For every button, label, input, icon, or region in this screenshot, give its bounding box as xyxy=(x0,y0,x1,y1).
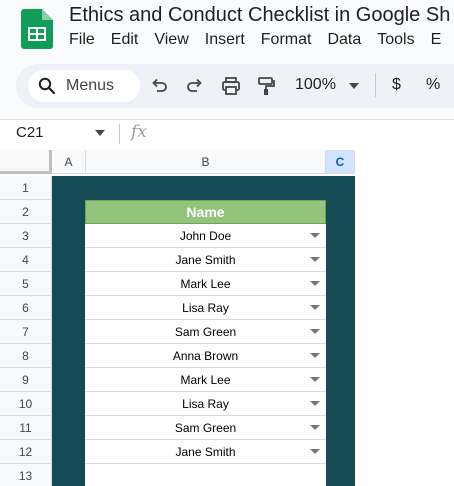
dropdown-arrow-icon[interactable] xyxy=(310,305,320,310)
redo-button[interactable] xyxy=(183,74,207,98)
row-header[interactable]: 3 xyxy=(0,224,52,248)
row-header[interactable]: 2 xyxy=(0,200,52,224)
name-table: Name John Doe Jane Smith Mark Lee Lisa R… xyxy=(85,200,326,486)
name-dropdown-cell[interactable]: Lisa Ray xyxy=(85,392,326,416)
row-header[interactable]: 1 xyxy=(0,176,52,200)
dropdown-arrow-icon[interactable] xyxy=(310,377,320,382)
chevron-down-icon[interactable] xyxy=(349,83,359,89)
select-all-corner[interactable] xyxy=(0,150,52,174)
menu-tools[interactable]: Tools xyxy=(377,31,414,53)
name-value: Sam Green xyxy=(174,420,237,435)
name-dropdown-cell[interactable]: Mark Lee xyxy=(85,368,326,392)
percent-format-button[interactable]: % xyxy=(426,76,440,94)
name-value: Lisa Ray xyxy=(182,396,229,411)
menu-edit[interactable]: Edit xyxy=(111,31,139,53)
row-header[interactable]: 4 xyxy=(0,248,52,272)
column-header-a[interactable]: A xyxy=(52,150,86,174)
name-value: Sam Green xyxy=(174,324,237,339)
name-value: Anna Brown xyxy=(172,348,239,363)
search-icon xyxy=(38,77,56,95)
undo-button[interactable] xyxy=(147,74,171,98)
menu-bar: File Edit View Insert Format Data Tools … xyxy=(69,31,454,53)
row-header[interactable]: 8 xyxy=(0,344,52,368)
name-dropdown-cell[interactable]: Sam Green xyxy=(85,416,326,440)
row-header[interactable]: 10 xyxy=(0,392,52,416)
row-header[interactable]: 11 xyxy=(0,416,52,440)
dropdown-arrow-icon[interactable] xyxy=(310,233,320,238)
fx-icon: fx xyxy=(131,122,147,142)
search-menus-button[interactable]: Menus xyxy=(28,70,140,102)
document-title[interactable]: Ethics and Conduct Checklist in Google S… xyxy=(69,4,450,27)
print-icon xyxy=(222,77,240,95)
menu-insert[interactable]: Insert xyxy=(205,31,245,53)
search-label: Menus xyxy=(66,77,115,94)
dropdown-arrow-icon[interactable] xyxy=(310,425,320,430)
row-header[interactable]: 6 xyxy=(0,296,52,320)
formula-divider xyxy=(119,124,120,144)
empty-cell[interactable] xyxy=(85,464,326,486)
row-header[interactable]: 12 xyxy=(0,440,52,464)
dropdown-arrow-icon[interactable] xyxy=(310,401,320,406)
row-header[interactable]: 7 xyxy=(0,320,52,344)
menu-view[interactable]: View xyxy=(154,31,188,53)
name-dropdown-cell[interactable]: Jane Smith xyxy=(85,248,326,272)
formula-bar xyxy=(0,119,454,151)
paint-format-button[interactable] xyxy=(254,74,278,98)
name-value: Mark Lee xyxy=(180,372,231,387)
menu-data[interactable]: Data xyxy=(327,31,361,53)
currency-format-button[interactable]: $ xyxy=(392,76,401,94)
row-header[interactable]: 13 xyxy=(0,464,52,486)
name-value: Lisa Ray xyxy=(182,300,229,315)
sheets-logo-icon[interactable] xyxy=(21,9,53,49)
name-value: Mark Lee xyxy=(180,276,231,291)
chevron-down-icon[interactable] xyxy=(95,130,105,136)
name-dropdown-cell[interactable]: Jane Smith xyxy=(85,440,326,464)
column-header-empty xyxy=(355,150,454,174)
menu-file[interactable]: File xyxy=(69,31,95,53)
row-header[interactable]: 5 xyxy=(0,272,52,296)
dropdown-arrow-icon[interactable] xyxy=(310,449,320,454)
name-value: Jane Smith xyxy=(175,444,236,459)
print-button[interactable] xyxy=(219,74,243,98)
menu-extensions[interactable]: E xyxy=(431,31,442,53)
redo-icon xyxy=(187,78,202,92)
dropdown-arrow-icon[interactable] xyxy=(310,329,320,334)
name-dropdown-cell[interactable]: Lisa Ray xyxy=(85,296,326,320)
name-box[interactable]: C21 xyxy=(16,124,44,141)
empty-sheet-area[interactable] xyxy=(355,174,454,486)
dropdown-arrow-icon[interactable] xyxy=(310,257,320,262)
paint-format-icon xyxy=(258,77,275,95)
menu-format[interactable]: Format xyxy=(261,31,312,53)
name-dropdown-cell[interactable]: John Doe xyxy=(85,224,326,248)
spreadsheet-grid[interactable]: A B C 1 2 3 4 5 6 7 8 9 10 11 12 13 Name… xyxy=(0,150,454,486)
undo-icon xyxy=(152,78,167,92)
name-column-header[interactable]: Name xyxy=(85,200,326,224)
name-value: Jane Smith xyxy=(175,252,236,267)
zoom-select[interactable]: 100% xyxy=(295,76,336,94)
column-header-c[interactable]: C xyxy=(326,150,355,174)
dropdown-arrow-icon[interactable] xyxy=(310,353,320,358)
name-dropdown-cell[interactable]: Anna Brown xyxy=(85,344,326,368)
toolbar-divider xyxy=(375,73,376,97)
name-value: John Doe xyxy=(179,228,232,243)
row-header[interactable]: 9 xyxy=(0,368,52,392)
name-dropdown-cell[interactable]: Mark Lee xyxy=(85,272,326,296)
column-header-b[interactable]: B xyxy=(86,150,326,174)
name-dropdown-cell[interactable]: Sam Green xyxy=(85,320,326,344)
dropdown-arrow-icon[interactable] xyxy=(310,281,320,286)
